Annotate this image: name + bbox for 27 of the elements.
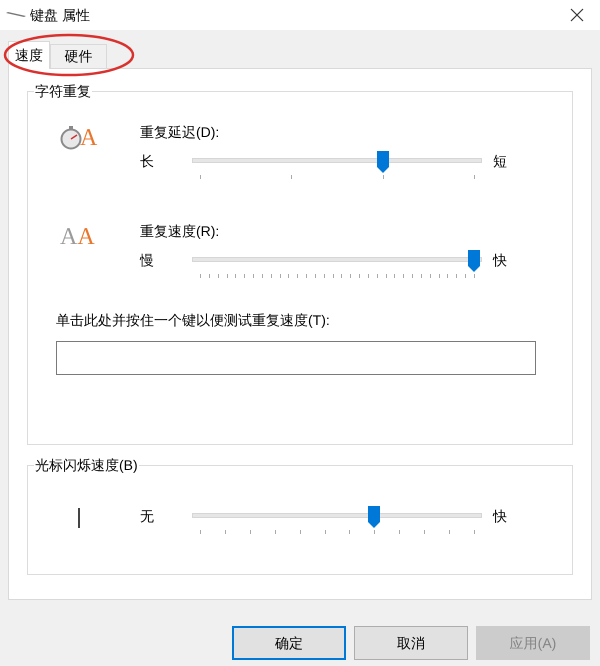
slider-thumb[interactable] bbox=[468, 250, 480, 272]
slider-thumb[interactable] bbox=[376, 151, 389, 173]
close-icon[interactable] bbox=[570, 8, 584, 22]
dialog-button[interactable]: 确定 bbox=[232, 626, 346, 660]
slider-thumb[interactable] bbox=[368, 506, 380, 528]
test-field[interactable] bbox=[56, 341, 536, 375]
keyboard-icon bbox=[6, 11, 26, 19]
slider-label: 重复速度(R): bbox=[140, 222, 220, 241]
slider-low-label: 慢 bbox=[140, 251, 155, 270]
slider-low-label: 长 bbox=[140, 152, 155, 171]
letter-glyph: A bbox=[80, 126, 98, 150]
letter-glyph: A bbox=[60, 225, 78, 249]
dialog-button[interactable]: 取消 bbox=[354, 626, 468, 660]
slider-high-label: 短 bbox=[493, 152, 507, 171]
slider-low-label: 无 bbox=[140, 507, 155, 526]
group-title: 字符重复 bbox=[34, 82, 92, 100]
text-cursor-icon bbox=[78, 508, 80, 528]
test-label: 单击此处并按住一个键以便测试重复速度(T): bbox=[56, 311, 331, 330]
group-title: 光标闪烁速度(B) bbox=[34, 456, 139, 474]
tab[interactable]: 速度 bbox=[8, 41, 50, 69]
slider-label: 重复延迟(D): bbox=[140, 123, 220, 142]
slider-high-label: 快 bbox=[493, 251, 507, 270]
stopwatch-icon bbox=[60, 126, 82, 150]
window-title: 键盘 属性 bbox=[30, 6, 90, 24]
slider-high-label: 快 bbox=[493, 507, 507, 526]
letter-glyph: A bbox=[77, 225, 95, 249]
tab[interactable]: 硬件 bbox=[50, 44, 107, 68]
